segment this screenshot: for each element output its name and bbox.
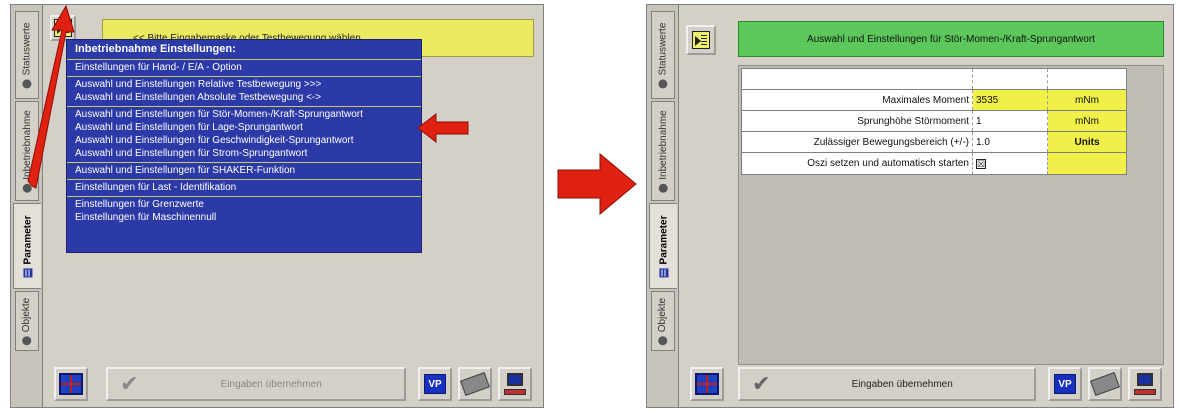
flow-icon xyxy=(692,31,710,49)
right-tab-parameter[interactable]: Parameter xyxy=(649,203,677,289)
right-vp-button[interactable]: VP xyxy=(1048,367,1082,401)
checkmark-icon: ✔ xyxy=(752,371,771,396)
computer-icon xyxy=(1134,373,1156,395)
oszi-checkbox-cell[interactable]: ☒ xyxy=(973,153,1048,174)
table-row: Zulässiger Bewegungsbereich (+/-) 1.0 Un… xyxy=(742,132,1126,153)
list-icon xyxy=(659,267,669,277)
row-label: Oszi setzen und automatisch starten xyxy=(742,153,973,174)
right-flow-button[interactable] xyxy=(686,25,716,55)
motion-range-input[interactable]: 1.0 xyxy=(973,132,1048,152)
dialog-title: Auswahl und Einstellungen für Stör-Momen… xyxy=(738,21,1164,57)
commissioning-icon xyxy=(658,183,668,193)
right-window: Statuswerte Inbetriebnahme Parameter Obj… xyxy=(646,4,1174,408)
row-unit xyxy=(1048,153,1126,174)
right-chip-button[interactable] xyxy=(1088,367,1122,401)
table-row: Oszi setzen und automatisch starten ☒ xyxy=(742,153,1126,174)
right-content: Auswahl und Einstellungen für Stör-Momen… xyxy=(680,5,1173,407)
max-moment-input[interactable]: 3535 xyxy=(973,90,1048,110)
right-pc-button[interactable] xyxy=(1128,367,1162,401)
oszi-checkbox[interactable]: ☒ xyxy=(976,158,986,169)
objects-icon xyxy=(658,335,668,345)
right-grid-button[interactable] xyxy=(690,367,724,401)
parameter-area: Maximales Moment 3535 mNm Sprunghöhe Stö… xyxy=(738,65,1164,365)
parameter-table: Maximales Moment 3535 mNm Sprunghöhe Stö… xyxy=(741,68,1127,175)
right-tab-statuswerte[interactable]: Statuswerte xyxy=(651,11,675,99)
row-unit: mNm xyxy=(1048,90,1126,110)
row-label: Zulässiger Bewegungsbereich (+/-) xyxy=(742,132,973,152)
right-tab-inbetriebnahme[interactable]: Inbetriebnahme xyxy=(651,101,675,201)
table-row: Sprunghöhe Störmoment 1 mNm xyxy=(742,111,1126,132)
row-label: Sprunghöhe Störmoment xyxy=(742,111,973,131)
status-icon xyxy=(658,78,668,88)
table-header-row xyxy=(742,69,1126,90)
vp-icon: VP xyxy=(1054,374,1076,394)
table-row: Maximales Moment 3535 mNm xyxy=(742,90,1126,111)
grid-icon xyxy=(695,373,719,395)
right-tab-strip: Statuswerte Inbetriebnahme Parameter Obj… xyxy=(647,5,679,407)
right-accept-button[interactable]: ✔ Eingaben übernehmen xyxy=(738,367,1036,401)
row-unit: Units xyxy=(1048,132,1126,152)
chip-icon xyxy=(1090,372,1120,396)
right-tab-objekte[interactable]: Objekte xyxy=(651,291,675,351)
row-label: Maximales Moment xyxy=(742,90,973,110)
row-unit: mNm xyxy=(1048,111,1126,131)
step-height-input[interactable]: 1 xyxy=(973,111,1048,131)
